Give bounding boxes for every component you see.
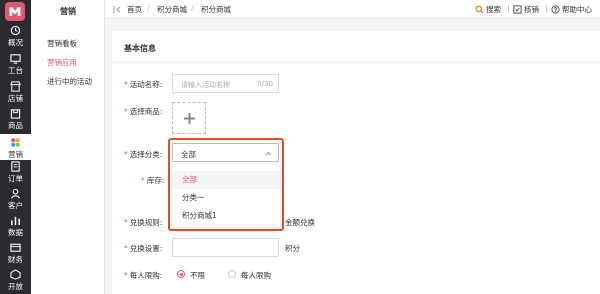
rail-item-marketing[interactable]: 营销 (0, 134, 31, 160)
rail-item-workbench[interactable]: 工台 (0, 50, 31, 76)
required-mark: * (124, 271, 128, 280)
rail-item-goods[interactable]: 商品 (0, 105, 31, 131)
rail-label: 工台 (8, 66, 23, 75)
rail-item-open[interactable]: 开放 (0, 266, 31, 292)
search-label: 搜索 (486, 5, 501, 14)
rail-label: 财务 (8, 255, 23, 264)
logo-mark-icon (9, 7, 21, 16)
activity-name-input[interactable]: 请输入活动名称 0/30 (172, 74, 279, 93)
limit-unlimited-label[interactable]: 不限 (190, 270, 205, 281)
help-label: 帮助中心 (562, 5, 592, 14)
category-option-all[interactable]: 全部 (172, 171, 280, 189)
limit-unlimited-radio[interactable] (177, 270, 185, 278)
category-select[interactable]: 全部 (172, 143, 279, 162)
workbench-icon (10, 54, 21, 64)
data-icon (11, 216, 20, 226)
toolbar-divider (508, 5, 509, 13)
required-mark: * (124, 244, 128, 253)
help-icon (551, 5, 560, 14)
select-goods-label-text: 选择商品: (129, 107, 163, 116)
breadcrumb-points-mall[interactable]: 积分商城 (157, 4, 187, 15)
breadcrumb-home[interactable]: 首页 (127, 4, 142, 15)
required-mark: * (124, 150, 128, 159)
points-unit: 积分 (285, 244, 300, 253)
rail-label: 客户 (8, 201, 23, 210)
activity-name-placeholder: 请输入活动名称 (181, 81, 230, 89)
purchase-limit-label: * 每人限购: (124, 270, 162, 281)
required-mark: * (124, 218, 128, 227)
card-header: 基本信息 (112, 31, 600, 63)
exchange-rule-amount-option[interactable]: 金额兑换 (285, 217, 315, 228)
stock-label: * 库存: (141, 175, 164, 186)
add-goods-button[interactable] (172, 102, 206, 134)
subnav-item-dashboard[interactable]: 营销看板 (47, 38, 77, 49)
category-option-points-mall-1[interactable]: 积分商城1 (172, 207, 280, 225)
marketing-icon (11, 138, 20, 147)
rail-item-order[interactable]: 订单 (0, 158, 31, 184)
rail-item-data[interactable]: 数据 (0, 212, 31, 238)
exchange-rule-label-text: 兑换规则: (129, 218, 163, 227)
activity-name-counter: 0/30 (257, 80, 273, 88)
exchange-setting-label: * 兑换设置: (124, 243, 162, 254)
verify-label: 核销 (524, 5, 539, 14)
verify-icon (513, 5, 522, 14)
rail-item-finance[interactable]: 财务 (0, 239, 31, 265)
open-icon (10, 269, 21, 280)
exchange-setting-label-text: 兑换设置: (129, 244, 163, 253)
rail-label: 店铺 (8, 94, 23, 103)
top-bar: 首页 / 积分商城 / 积分商城 搜索 核销 帮助中心 (105, 0, 600, 19)
subnav-item-running-activities[interactable]: 进行中的活动 (47, 76, 92, 87)
rail-label: 数据 (8, 228, 23, 237)
purchase-limit-label-text: 每人限购: (129, 271, 163, 280)
category-select-value: 全部 (181, 150, 196, 159)
exchange-points-input[interactable] (172, 238, 279, 257)
toolbar-divider (546, 5, 547, 13)
chevron-up-icon (265, 151, 272, 156)
category-option-one[interactable]: 分类一 (172, 189, 280, 207)
select-category-label-text: 选择分类: (129, 150, 163, 159)
overview-icon (10, 25, 21, 36)
stock-label-text: 库存: (146, 176, 165, 185)
main-nav-rail: 概况 工台 店铺 商品 营销 订单 客户 数据 财务 开放 (0, 0, 31, 294)
breadcrumb-current: 积分商城 (201, 5, 231, 14)
plus-icon (183, 112, 195, 124)
app-logo[interactable] (5, 2, 25, 21)
verify-button[interactable]: 核销 (513, 4, 539, 15)
rail-item-store[interactable]: 店铺 (0, 78, 31, 104)
activity-name-label-text: 活动名称: (129, 80, 163, 89)
required-mark: * (141, 176, 145, 185)
help-center-button[interactable]: 帮助中心 (551, 4, 592, 15)
exchange-rule-label: * 兑换规则: (124, 217, 162, 228)
rail-label: 商品 (8, 121, 23, 130)
limit-per-person-label[interactable]: 每人限购 (241, 270, 271, 281)
section-title: 基本信息 (124, 44, 156, 53)
collapse-sidebar-icon[interactable] (113, 5, 121, 14)
category-dropdown: 全部 分类一 积分商城1 (172, 165, 280, 227)
breadcrumb-separator: / (191, 4, 194, 13)
rail-item-customer[interactable]: 客户 (0, 185, 31, 211)
limit-per-person-radio[interactable] (228, 270, 236, 278)
store-icon (10, 81, 21, 92)
required-mark: * (124, 107, 128, 116)
order-icon (11, 161, 20, 172)
subnav-item-apps[interactable]: 营销应用 (47, 57, 77, 68)
search-button[interactable]: 搜索 (475, 4, 501, 15)
required-mark: * (124, 80, 128, 89)
rail-label: 概况 (8, 38, 23, 47)
finance-icon (10, 243, 21, 252)
customer-icon (10, 188, 21, 199)
rail-label: 订单 (8, 174, 23, 183)
select-category-label: * 选择分类: (124, 149, 162, 160)
marketing-subnav: 营销 营销看板 营销应用 进行中的活动 (31, 0, 105, 294)
activity-name-label: * 活动名称: (124, 79, 162, 90)
rail-label: 开放 (8, 282, 23, 291)
rail-item-overview[interactable]: 概况 (0, 22, 31, 48)
goods-icon (10, 109, 21, 119)
select-goods-label: * 选择商品: (124, 106, 162, 117)
search-icon (475, 5, 484, 14)
breadcrumb-separator: / (147, 4, 150, 13)
subnav-title: 营销 (60, 7, 76, 16)
